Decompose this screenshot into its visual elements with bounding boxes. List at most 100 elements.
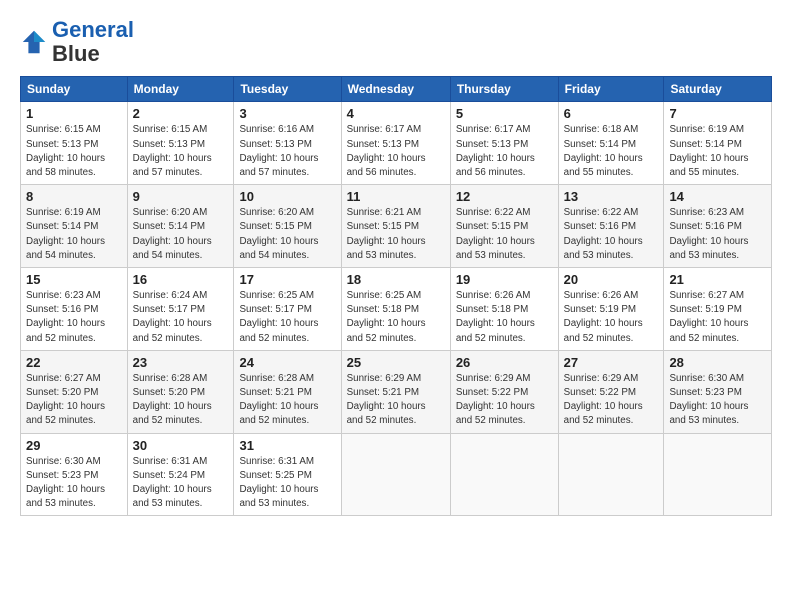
day-number: 23 (133, 355, 229, 370)
day-number: 18 (347, 272, 445, 287)
day-cell-8: 8 Sunrise: 6:19 AMSunset: 5:14 PMDaylight… (21, 185, 128, 268)
day-info: Sunrise: 6:19 AMSunset: 5:14 PMDaylight:… (669, 123, 766, 180)
day-number: 25 (347, 355, 445, 370)
day-number: 3 (239, 106, 335, 121)
day-cell-18: 18 Sunrise: 6:25 AMSunset: 5:18 PMDayligh… (341, 268, 450, 351)
day-info: Sunrise: 6:19 AMSunset: 5:14 PMDaylight:… (26, 206, 122, 263)
calendar-table: SundayMondayTuesdayWednesdayThursdayFrid… (20, 76, 772, 516)
day-number: 1 (26, 106, 122, 121)
day-cell-1: 1 Sunrise: 6:15 AMSunset: 5:13 PMDaylight… (21, 102, 128, 185)
day-info: Sunrise: 6:17 AMSunset: 5:13 PMDaylight:… (347, 123, 445, 180)
week-row-3: 15Sunrise: 6:23 AMSunset: 5:16 PMDayligh… (21, 268, 772, 351)
empty-cell (450, 433, 558, 516)
day-number: 7 (669, 106, 766, 121)
day-info: Sunrise: 6:31 AMSunset: 5:25 PMDaylight:… (239, 455, 335, 512)
day-cell-5: 5 Sunrise: 6:17 AMSunset: 5:13 PMDaylight… (450, 102, 558, 185)
day-cell-24: 24 Sunrise: 6:28 AMSunset: 5:21 PMDayligh… (234, 350, 341, 433)
day-info: Sunrise: 6:29 AMSunset: 5:22 PMDaylight:… (564, 372, 659, 429)
day-number: 15 (26, 272, 122, 287)
day-number: 4 (347, 106, 445, 121)
day-cell-29: 29Sunrise: 6:30 AMSunset: 5:23 PMDayligh… (21, 433, 128, 516)
day-cell-3: 3 Sunrise: 6:16 AMSunset: 5:13 PMDaylight… (234, 102, 341, 185)
day-info: Sunrise: 6:25 AMSunset: 5:17 PMDaylight:… (239, 289, 335, 346)
weekday-header-tuesday: Tuesday (234, 77, 341, 102)
day-cell-10: 10Sunrise: 6:20 AMSunset: 5:15 PMDayligh… (234, 185, 341, 268)
day-number: 2 (133, 106, 229, 121)
day-info: Sunrise: 6:26 AMSunset: 5:18 PMDaylight:… (456, 289, 553, 346)
day-info: Sunrise: 6:28 AMSunset: 5:20 PMDaylight:… (133, 372, 229, 429)
day-info: Sunrise: 6:20 AMSunset: 5:14 PMDaylight:… (133, 206, 229, 263)
day-number: 30 (133, 438, 229, 453)
day-number: 26 (456, 355, 553, 370)
day-info: Sunrise: 6:26 AMSunset: 5:19 PMDaylight:… (564, 289, 659, 346)
week-row-2: 8 Sunrise: 6:19 AMSunset: 5:14 PMDaylight… (21, 185, 772, 268)
day-info: Sunrise: 6:30 AMSunset: 5:23 PMDaylight:… (26, 455, 122, 512)
empty-cell (341, 433, 450, 516)
day-info: Sunrise: 6:28 AMSunset: 5:21 PMDaylight:… (239, 372, 335, 429)
day-number: 12 (456, 189, 553, 204)
page: General Blue SundayMondayTuesdayWednesda… (0, 0, 792, 612)
day-number: 14 (669, 189, 766, 204)
day-info: Sunrise: 6:25 AMSunset: 5:18 PMDaylight:… (347, 289, 445, 346)
day-info: Sunrise: 6:22 AMSunset: 5:16 PMDaylight:… (564, 206, 659, 263)
weekday-header-monday: Monday (127, 77, 234, 102)
header: General Blue (20, 18, 772, 66)
day-cell-26: 26 Sunrise: 6:29 AMSunset: 5:22 PMDayligh… (450, 350, 558, 433)
day-number: 24 (239, 355, 335, 370)
day-info: Sunrise: 6:21 AMSunset: 5:15 PMDaylight:… (347, 206, 445, 263)
day-cell-27: 27 Sunrise: 6:29 AMSunset: 5:22 PMDayligh… (558, 350, 664, 433)
day-cell-21: 21 Sunrise: 6:27 AMSunset: 5:19 PMDayligh… (664, 268, 772, 351)
day-number: 5 (456, 106, 553, 121)
day-info: Sunrise: 6:22 AMSunset: 5:15 PMDaylight:… (456, 206, 553, 263)
day-number: 27 (564, 355, 659, 370)
day-info: Sunrise: 6:15 AMSunset: 5:13 PMDaylight:… (26, 123, 122, 180)
day-info: Sunrise: 6:24 AMSunset: 5:17 PMDaylight:… (133, 289, 229, 346)
day-info: Sunrise: 6:27 AMSunset: 5:19 PMDaylight:… (669, 289, 766, 346)
logo-text: General Blue (52, 18, 134, 66)
day-cell-22: 22Sunrise: 6:27 AMSunset: 5:20 PMDayligh… (21, 350, 128, 433)
day-cell-28: 28 Sunrise: 6:30 AMSunset: 5:23 PMDayligh… (664, 350, 772, 433)
day-info: Sunrise: 6:18 AMSunset: 5:14 PMDaylight:… (564, 123, 659, 180)
day-number: 28 (669, 355, 766, 370)
weekday-header-friday: Friday (558, 77, 664, 102)
weekday-header-row: SundayMondayTuesdayWednesdayThursdayFrid… (21, 77, 772, 102)
day-number: 10 (239, 189, 335, 204)
weekday-header-wednesday: Wednesday (341, 77, 450, 102)
day-info: Sunrise: 6:27 AMSunset: 5:20 PMDaylight:… (26, 372, 122, 429)
day-cell-19: 19 Sunrise: 6:26 AMSunset: 5:18 PMDayligh… (450, 268, 558, 351)
day-info: Sunrise: 6:31 AMSunset: 5:24 PMDaylight:… (133, 455, 229, 512)
empty-cell (664, 433, 772, 516)
day-cell-11: 11 Sunrise: 6:21 AMSunset: 5:15 PMDayligh… (341, 185, 450, 268)
day-number: 16 (133, 272, 229, 287)
day-cell-13: 13 Sunrise: 6:22 AMSunset: 5:16 PMDayligh… (558, 185, 664, 268)
day-cell-14: 14 Sunrise: 6:23 AMSunset: 5:16 PMDayligh… (664, 185, 772, 268)
day-info: Sunrise: 6:30 AMSunset: 5:23 PMDaylight:… (669, 372, 766, 429)
day-number: 11 (347, 189, 445, 204)
logo-icon (20, 28, 48, 56)
week-row-4: 22Sunrise: 6:27 AMSunset: 5:20 PMDayligh… (21, 350, 772, 433)
day-info: Sunrise: 6:16 AMSunset: 5:13 PMDaylight:… (239, 123, 335, 180)
day-info: Sunrise: 6:17 AMSunset: 5:13 PMDaylight:… (456, 123, 553, 180)
day-cell-15: 15Sunrise: 6:23 AMSunset: 5:16 PMDayligh… (21, 268, 128, 351)
week-row-1: 1 Sunrise: 6:15 AMSunset: 5:13 PMDaylight… (21, 102, 772, 185)
day-cell-16: 16 Sunrise: 6:24 AMSunset: 5:17 PMDayligh… (127, 268, 234, 351)
day-number: 21 (669, 272, 766, 287)
day-number: 17 (239, 272, 335, 287)
day-cell-31: 31 Sunrise: 6:31 AMSunset: 5:25 PMDayligh… (234, 433, 341, 516)
empty-cell (558, 433, 664, 516)
day-info: Sunrise: 6:29 AMSunset: 5:22 PMDaylight:… (456, 372, 553, 429)
day-number: 20 (564, 272, 659, 287)
day-number: 13 (564, 189, 659, 204)
weekday-header-thursday: Thursday (450, 77, 558, 102)
day-cell-9: 9Sunrise: 6:20 AMSunset: 5:14 PMDaylight… (127, 185, 234, 268)
day-number: 19 (456, 272, 553, 287)
day-cell-12: 12 Sunrise: 6:22 AMSunset: 5:15 PMDayligh… (450, 185, 558, 268)
day-info: Sunrise: 6:23 AMSunset: 5:16 PMDaylight:… (669, 206, 766, 263)
day-info: Sunrise: 6:15 AMSunset: 5:13 PMDaylight:… (133, 123, 229, 180)
day-cell-6: 6Sunrise: 6:18 AMSunset: 5:14 PMDaylight… (558, 102, 664, 185)
day-number: 31 (239, 438, 335, 453)
day-cell-4: 4 Sunrise: 6:17 AMSunset: 5:13 PMDaylight… (341, 102, 450, 185)
day-number: 8 (26, 189, 122, 204)
weekday-header-saturday: Saturday (664, 77, 772, 102)
day-cell-17: 17 Sunrise: 6:25 AMSunset: 5:17 PMDayligh… (234, 268, 341, 351)
